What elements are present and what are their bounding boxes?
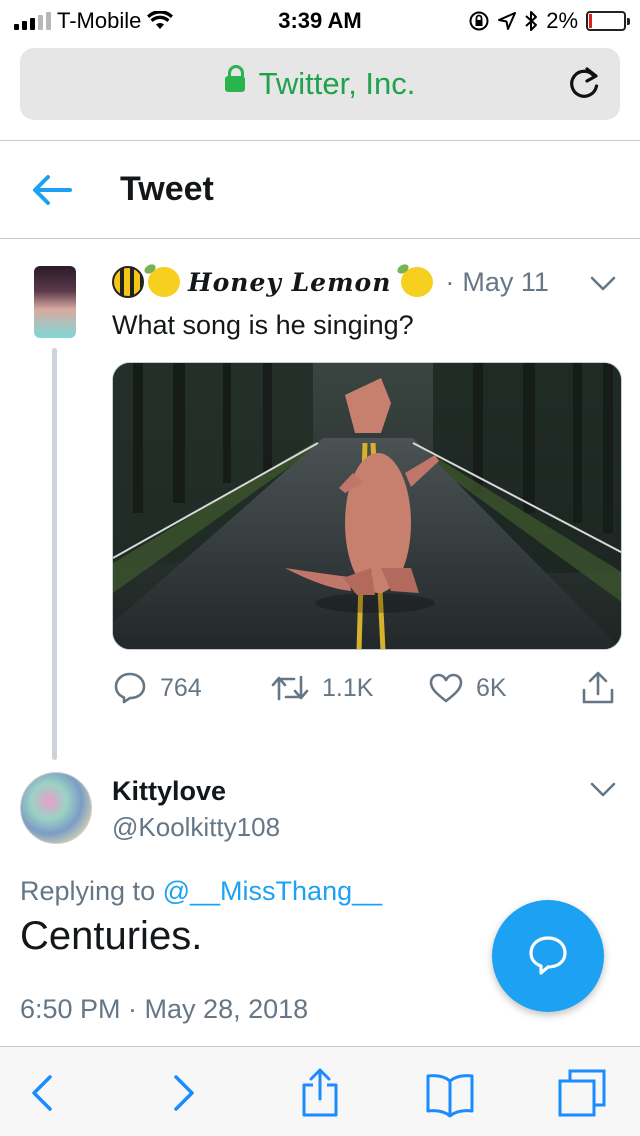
tweet-author-name[interactable]: Honey Lemon: [188, 268, 391, 297]
battery-fill: [589, 14, 592, 28]
reload-icon[interactable]: [564, 64, 604, 104]
reply-text: Centuries.: [20, 914, 203, 958]
replying-to: Replying to @__MissThang__: [20, 876, 382, 907]
tweet-image-graphic: [113, 363, 621, 649]
lemon-emoji-icon: [401, 267, 434, 297]
lock-icon: [224, 64, 245, 92]
retweet-action[interactable]: 1.1K: [270, 668, 373, 708]
bluetooth-icon: [525, 11, 538, 31]
rotation-lock-icon: [469, 11, 489, 31]
status-bar: T-Mobile 3:39 AM 2%: [0, 0, 640, 40]
tweet-date[interactable]: May 11: [462, 267, 549, 298]
like-icon: [429, 673, 463, 703]
like-count: 6K: [476, 673, 507, 702]
avatar[interactable]: [20, 772, 92, 844]
tweet-image[interactable]: [112, 362, 622, 650]
page-title: Tweet: [120, 170, 214, 208]
chevron-down-icon[interactable]: [590, 782, 616, 798]
retweet-icon: [271, 675, 309, 701]
replying-mention[interactable]: @__MissThang__: [163, 876, 383, 906]
reply-action[interactable]: 764: [112, 668, 202, 708]
replying-prefix: Replying to: [20, 876, 156, 906]
divider: [0, 140, 640, 141]
battery-percent: 2%: [546, 8, 578, 33]
tweet-actions: 764 1.1K 6K: [112, 668, 624, 708]
reply-bubble-icon: [529, 936, 567, 975]
battery-icon: [586, 11, 630, 31]
reply-author-handle[interactable]: @Koolkitty108: [112, 812, 280, 843]
forward-icon[interactable]: [156, 1067, 208, 1119]
back-arrow-icon[interactable]: [30, 170, 74, 210]
tweet-text: What song is he singing?: [112, 310, 414, 340]
thread-line: [52, 348, 57, 760]
share-icon: [582, 671, 614, 704]
url-bar[interactable]: Twitter, Inc.: [20, 48, 620, 120]
share-action[interactable]: [580, 668, 616, 708]
avatar[interactable]: [34, 266, 76, 338]
lemon-emoji-icon: [148, 267, 180, 297]
reply-author-name[interactable]: Kittylove: [112, 776, 226, 807]
bookmarks-icon[interactable]: [424, 1067, 476, 1119]
tweet-author-row[interactable]: Honey Lemon · May 11: [112, 262, 549, 302]
back-icon[interactable]: [18, 1067, 70, 1119]
retweet-count: 1.1K: [322, 673, 374, 702]
tweet-header: Tweet: [0, 142, 640, 238]
reply-count: 764: [160, 673, 202, 702]
reply-timestamp: 6:50 PM · May 28, 2018: [20, 994, 309, 1024]
bee-emoji-icon: [112, 266, 144, 298]
reply-icon: [114, 672, 146, 704]
location-icon: [498, 12, 517, 30]
site-name: Twitter, Inc.: [258, 66, 416, 101]
browser-toolbar: [0, 1046, 640, 1136]
like-action[interactable]: 6K: [428, 668, 507, 708]
status-right: 2%: [468, 8, 630, 34]
share-icon[interactable]: [294, 1067, 346, 1119]
compose-reply-button[interactable]: [492, 900, 604, 1012]
divider: [0, 238, 640, 239]
chevron-down-icon[interactable]: [590, 276, 616, 292]
tabs-icon[interactable]: [556, 1067, 608, 1119]
address[interactable]: Twitter, Inc.: [20, 64, 620, 102]
tweet-separator: ·: [445, 266, 455, 297]
